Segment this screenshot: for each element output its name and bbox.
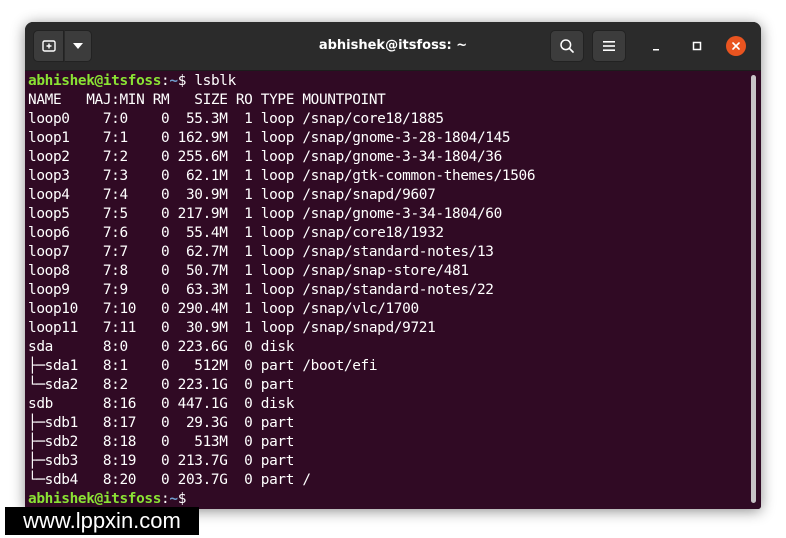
watermark-text: www.lppxin.com (5, 507, 199, 535)
output-line: loop5 7:5 0 217.9M 1 loop /snap/gnome-3-… (28, 206, 502, 222)
output-line: loop11 7:11 0 30.9M 1 loop /snap/snapd/9… (28, 320, 436, 336)
output-line: loop4 7:4 0 30.9M 1 loop /snap/snapd/960… (28, 187, 436, 203)
output-line: sda 8:0 0 223.6G 0 disk (28, 339, 303, 355)
output-line: loop10 7:10 0 290.4M 1 loop /snap/vlc/17… (28, 301, 419, 317)
output-line: └─sdb4 8:20 0 203.7G 0 part / (28, 472, 311, 488)
minimize-icon (653, 49, 659, 51)
scrollbar-thumb[interactable] (751, 75, 756, 503)
minimize-button[interactable] (646, 36, 666, 56)
terminal-window: abhishek@itsfoss: ~ abhishek@itsfoss:~$ … (25, 22, 761, 509)
output-line: ├─sdb1 8:17 0 29.3G 0 part (28, 415, 303, 431)
close-icon (732, 42, 740, 50)
command-prompt-line: abhishek@itsfoss:~$ lsblk (28, 72, 745, 91)
vertical-scrollbar[interactable] (745, 71, 761, 509)
output-line: └─sda2 8:2 0 223.1G 0 part (28, 377, 303, 393)
menu-button[interactable] (592, 30, 626, 62)
new-tab-icon (41, 40, 56, 52)
output-line: loop1 7:1 0 162.9M 1 loop /snap/gnome-3-… (28, 130, 511, 146)
close-button[interactable] (726, 36, 746, 56)
output-line: loop2 7:2 0 255.6M 1 loop /snap/gnome-3-… (28, 149, 502, 165)
terminal-output[interactable]: abhishek@itsfoss:~$ lsblk NAME MAJ:MIN R… (25, 71, 745, 509)
output-line: loop3 7:3 0 62.1M 1 loop /snap/gtk-commo… (28, 168, 536, 184)
search-icon (560, 39, 574, 53)
output-line: loop7 7:7 0 62.7M 1 loop /snap/standard-… (28, 244, 494, 260)
output-line: loop9 7:9 0 63.3M 1 loop /snap/standard-… (28, 282, 494, 298)
output-line: loop8 7:8 0 50.7M 1 loop /snap/snap-stor… (28, 263, 469, 279)
prompt-path: ~ (169, 491, 178, 507)
title-bar: abhishek@itsfoss: ~ (25, 22, 761, 71)
prompt-symbol: $ (177, 491, 187, 507)
hamburger-menu-icon (603, 41, 615, 51)
prompt-path: ~ (169, 73, 178, 89)
output-line: loop6 7:6 0 55.4M 1 loop /snap/core18/19… (28, 225, 444, 241)
typed-command: lsblk (194, 73, 236, 89)
prompt-userhost: abhishek@itsfoss (28, 73, 162, 89)
output-line: ├─sdb2 8:18 0 513M 0 part (28, 434, 303, 450)
output-line: ├─sdb3 8:19 0 213.7G 0 part (28, 453, 303, 469)
prompt-symbol: $ (177, 73, 187, 89)
output-line: ├─sda1 8:1 0 512M 0 part /boot/efi (28, 358, 378, 374)
output-line: sdb 8:16 0 447.1G 0 disk (28, 396, 303, 412)
output-line-header: NAME MAJ:MIN RM SIZE RO TYPE MOUNTPOINT (28, 92, 386, 108)
search-button[interactable] (550, 30, 584, 62)
maximize-button[interactable] (687, 36, 707, 56)
chevron-down-icon (73, 43, 83, 49)
tab-dropdown-button[interactable] (64, 30, 92, 62)
maximize-icon (692, 41, 702, 51)
new-tab-button[interactable] (33, 30, 64, 62)
output-line: loop0 7:0 0 55.3M 1 loop /snap/core18/18… (28, 111, 444, 127)
prompt-userhost: abhishek@itsfoss (28, 491, 162, 507)
